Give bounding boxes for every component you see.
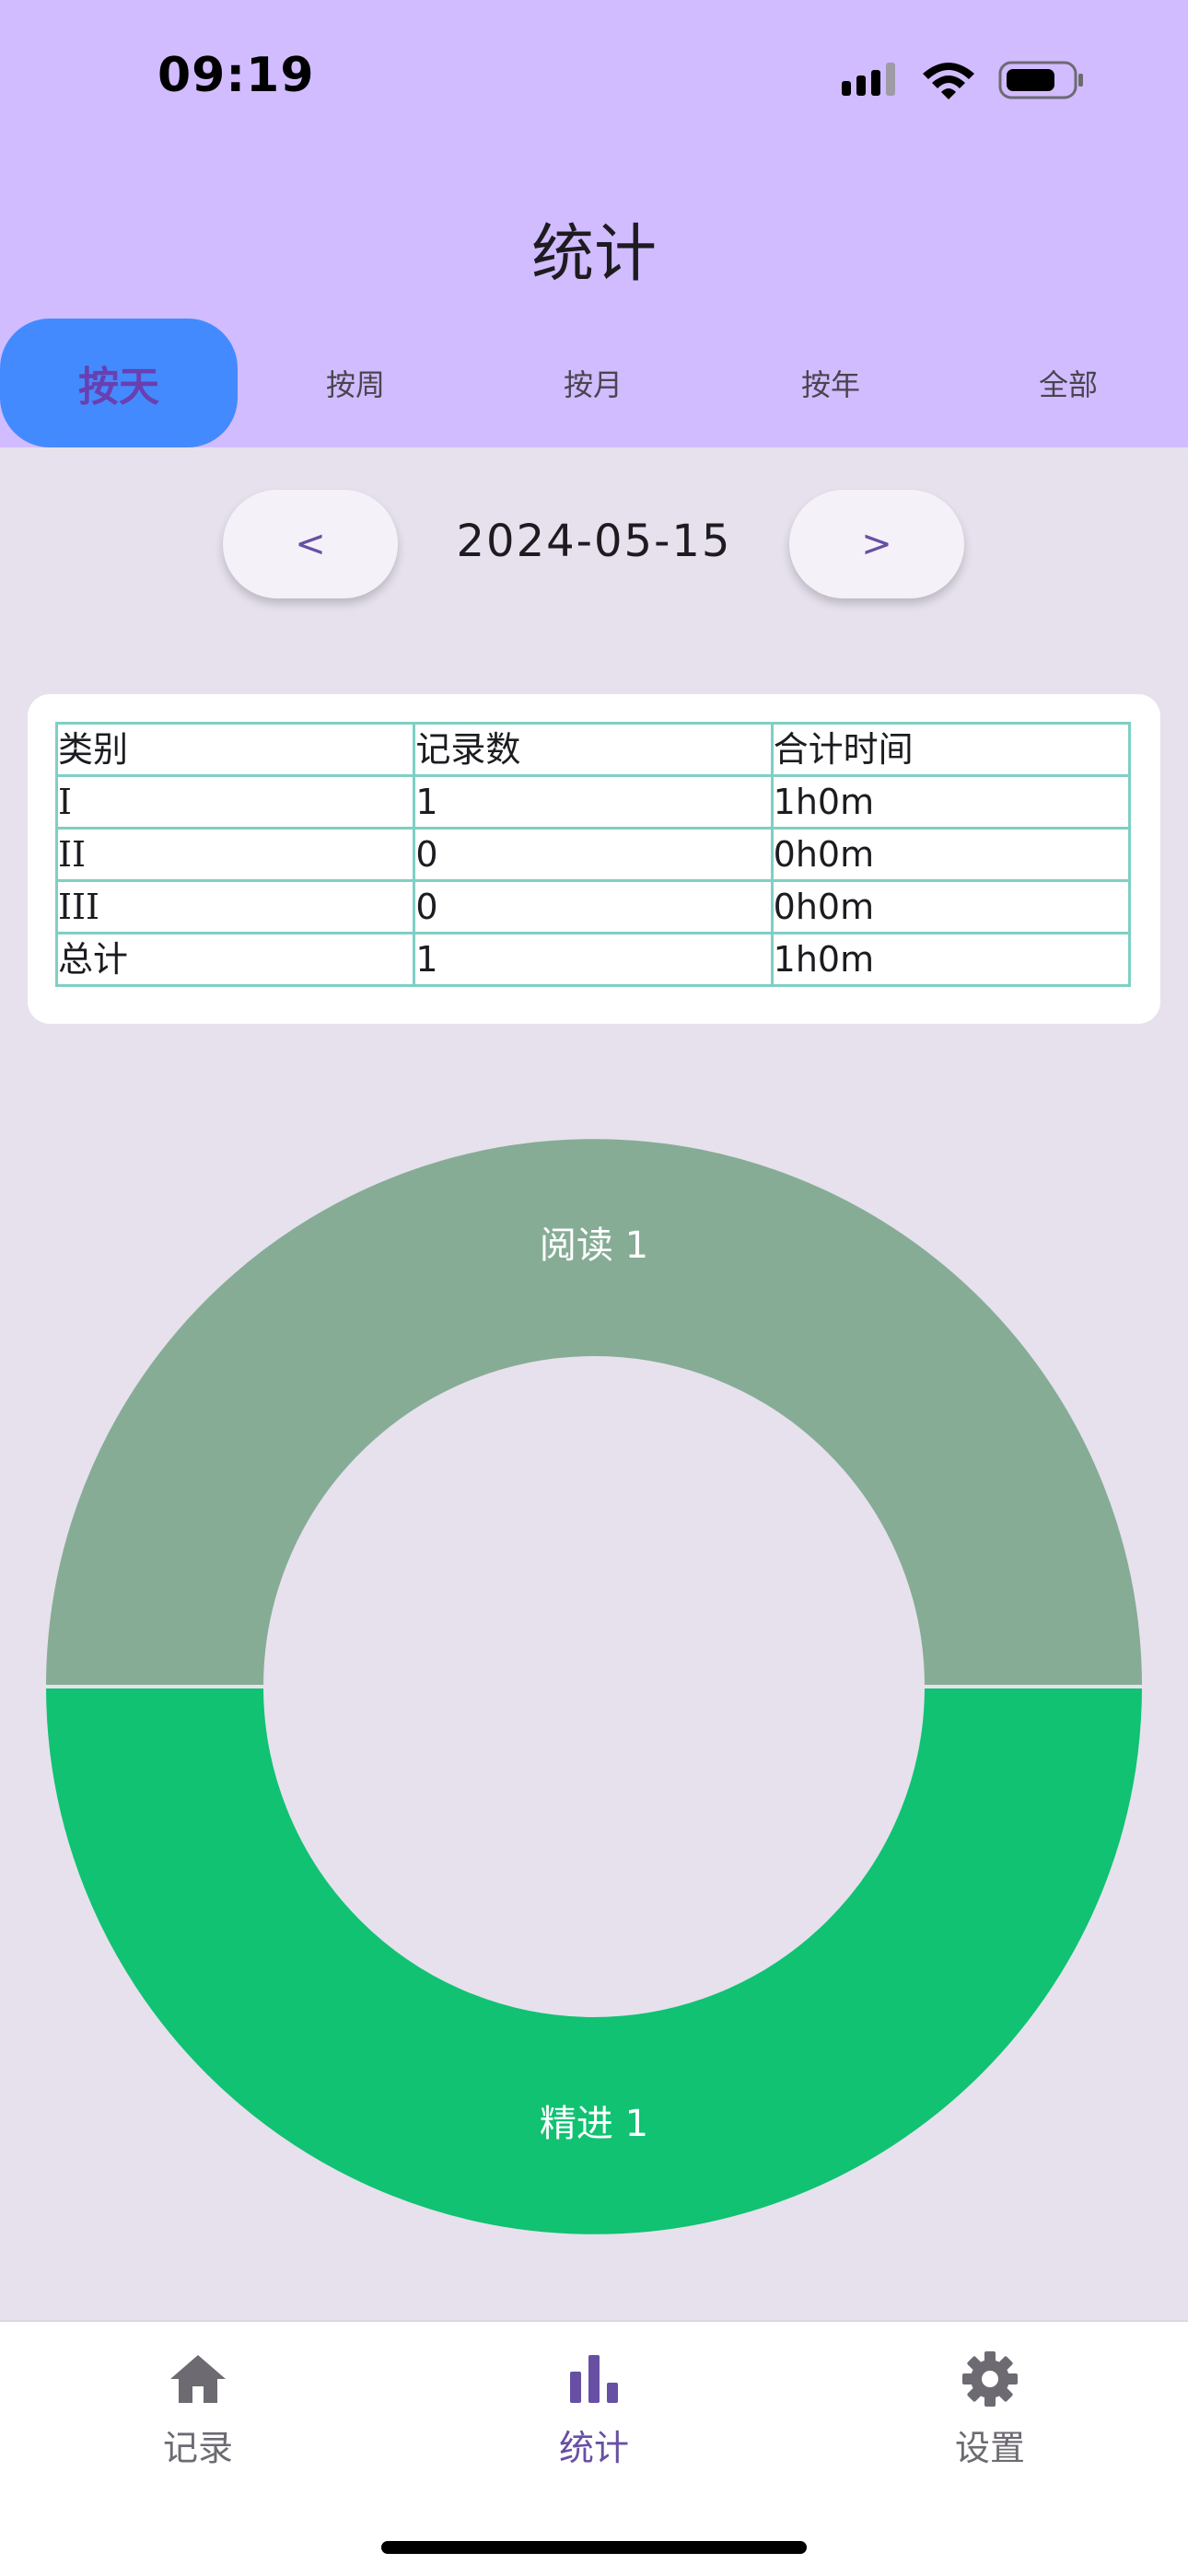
tab-all[interactable]: 全部 [961,319,1175,447]
nav-label: 设置 [954,2428,1025,2468]
home-icon [170,2355,226,2403]
count-cell: 1 [413,932,774,987]
cellular-signal-icon [842,63,895,96]
donut-slice-label: 阅读 1 [540,1224,648,1267]
donut-chart: 阅读 1 精进 1 [41,1135,1147,2238]
tab-label: 全部 [1038,367,1098,402]
header-cell: 记录数 [413,722,774,777]
category-cell: II [54,827,416,882]
nav-item-stats[interactable]: 统计 [396,2322,792,2506]
donut-slice-1 [41,1685,1147,2238]
gear-icon [962,2351,1018,2407]
bottom-nav: 记录 统计 设置 [0,2320,1188,2576]
nav-item-records[interactable]: 记录 [0,2322,396,2506]
stats-card: 类别 记录数 合计时间 I 1 1h0m II 0 0h0m III 0 0h0… [28,694,1160,1024]
page-title: 统计 [530,218,657,291]
period-tabs: 按天 按周 按月 按年 全部 [0,319,1188,447]
battery-icon [998,61,1083,99]
app-header: 09:19 统计 按天 按周 按月 按年 全部 [0,0,1188,447]
header-cell: 类别 [54,722,416,777]
category-cell: III [54,879,416,934]
duration-cell: 1h0m [770,774,1132,830]
category-cell: 总计 [54,932,416,987]
wifi-icon [923,63,974,99]
table-row: I 1 1h0m [54,774,1132,830]
category-cell: I [54,774,416,830]
home-indicator [381,2541,807,2554]
stats-table: 类别 记录数 合计时间 I 1 1h0m II 0 0h0m III 0 0h0… [54,722,1132,987]
donut-slice-label: 精进 1 [540,2103,648,2145]
tab-month[interactable]: 按月 [486,319,700,447]
duration-cell: 1h0m [770,932,1132,987]
tab-day[interactable]: 按天 [0,319,238,447]
duration-cell: 0h0m [770,827,1132,882]
tab-label: 按天 [78,364,159,411]
tab-label: 按月 [563,367,623,402]
status-icons [842,61,1083,99]
count-cell: 0 [413,879,774,934]
header-cell: 合计时间 [770,722,1132,777]
status-time: 09:19 [157,48,315,103]
tab-label: 按周 [325,367,385,402]
nav-label: 统计 [558,2428,629,2468]
tab-year[interactable]: 按年 [724,319,938,447]
table-row: II 0 0h0m [54,827,1132,882]
count-cell: 0 [413,827,774,882]
bar-chart-icon [570,2355,618,2403]
next-date-button[interactable]: > [789,490,964,598]
count-cell: 1 [413,774,774,830]
nav-item-settings[interactable]: 设置 [792,2322,1188,2506]
donut-slice-0 [41,1135,1147,1688]
nav-label: 记录 [162,2428,233,2468]
table-row: III 0 0h0m [54,879,1132,934]
duration-cell: 0h0m [770,879,1132,934]
tab-week[interactable]: 按周 [249,319,462,447]
table-header-row: 类别 记录数 合计时间 [54,722,1132,777]
current-date: 2024-05-15 [456,516,732,567]
table-row: 总计 1 1h0m [54,932,1132,987]
tab-label: 按年 [800,367,860,402]
